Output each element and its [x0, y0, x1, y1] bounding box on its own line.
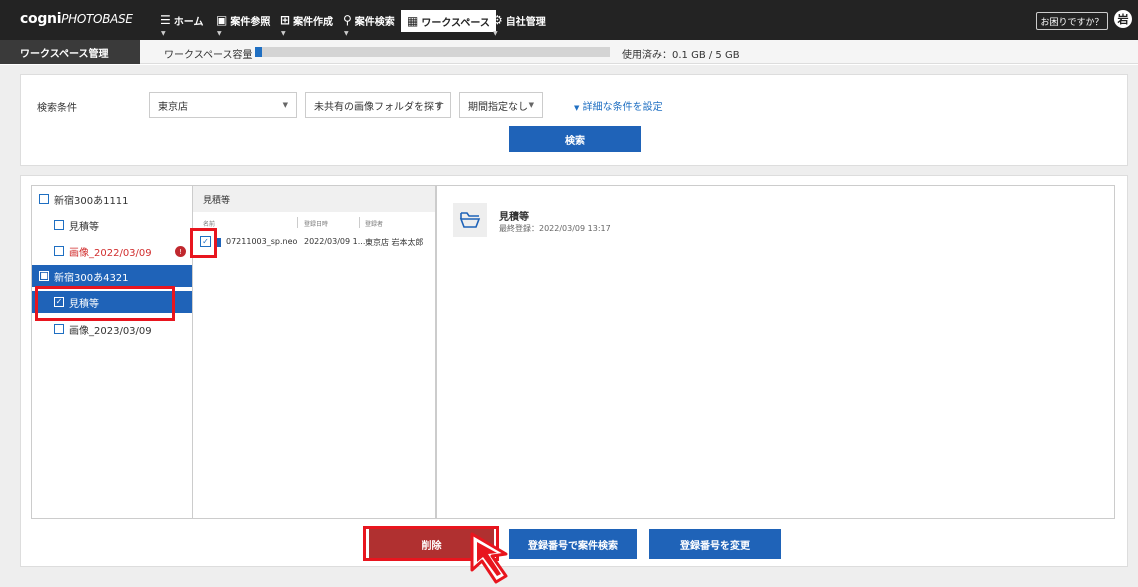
search-button[interactable]: 検索 [509, 126, 641, 152]
file-user: 東京店 岩本太郎 [365, 238, 424, 247]
folder-filter-select[interactable]: 未共有の画像フォルダを探す ▼ [305, 92, 451, 118]
workspace-subbar: ワークスペース管理 ワークスペース容量 使用済み：0.1 GB / 5 GB [0, 40, 1138, 64]
tree-item-estimates-selected[interactable]: ✓ 見積等 [32, 291, 192, 313]
gear-icon: ⚙ [492, 13, 503, 27]
caret-icon: ▼ [493, 30, 498, 37]
tree-item-estimates[interactable]: 見積等 [32, 214, 192, 236]
avatar[interactable]: 岩 [1114, 10, 1132, 28]
caret-icon: ▼ [161, 30, 166, 37]
folder-tree: 新宿300あ1111 見積等 画像_2022/03/09 ! ■ 新宿300あ4… [31, 185, 193, 519]
chevron-down-icon: ▼ [436, 101, 442, 109]
change-number-button[interactable]: 登録番号を変更 [649, 529, 781, 559]
search-conditions-label: 検索条件 [37, 103, 77, 114]
period-select[interactable]: 期間指定なし ▼ [459, 92, 543, 118]
help-button[interactable]: お困りですか？ [1036, 12, 1108, 30]
column-header-date[interactable]: 登録日時 [304, 219, 328, 228]
search-panel: 検索条件 東京店 ▼ 未共有の画像フォルダを探す ▼ 期間指定なし ▼ ▼ 詳細… [20, 74, 1128, 166]
cursor-arrow-icon [470, 532, 508, 584]
file-date: 2022/03/09 1... [304, 237, 366, 246]
advanced-conditions-link[interactable]: ▼ 詳細な条件を設定 [574, 98, 663, 113]
app-logo[interactable]: cogniPHOTOBASE [20, 11, 133, 27]
chevron-down-icon: ▼ [282, 101, 288, 109]
chevron-down-icon: ▼ [528, 101, 534, 109]
warning-icon: ! [175, 246, 186, 257]
table-row[interactable]: ✓ 07211003_sp.neo 2022/03/09 1... 東京店 岩本… [193, 234, 435, 252]
column-divider [359, 217, 360, 228]
page-title: ワークスペース管理 [0, 40, 140, 64]
nav-company-settings[interactable]: ⚙ 自社管理 ▼ [492, 12, 546, 37]
chevron-down-icon: ▼ [574, 104, 580, 112]
column-header-user[interactable]: 登録者 [365, 219, 383, 228]
caret-icon: ▼ [344, 30, 349, 37]
top-nav: cogniPHOTOBASE ☰ ホーム ▼ ▣ 案件参照 ▼ ⊞ 案件作成 ▼… [0, 0, 1138, 40]
list-icon: ☰ [160, 13, 171, 27]
detail-last-registered: 最終登録：2022/03/09 13:17 [499, 224, 611, 233]
row-checkbox[interactable]: ✓ [200, 236, 216, 247]
store-select[interactable]: 東京店 ▼ [149, 92, 297, 118]
nav-workspace[interactable]: ▦ ワークスペース [401, 10, 496, 32]
nav-project-search[interactable]: ⚲ 案件検索 ▼ [343, 12, 395, 37]
tree-item-vehicle-1111[interactable]: 新宿300あ1111 [32, 188, 192, 210]
caret-icon: ▼ [217, 30, 222, 37]
folder-detail: 見積等 最終登録：2022/03/09 13:17 [436, 185, 1115, 519]
file-list-folder-title: 見積等 [193, 186, 435, 212]
file-icon [216, 238, 221, 247]
nav-home[interactable]: ☰ ホーム ▼ [160, 12, 203, 37]
capacity-label: ワークスペース容量 [164, 50, 253, 61]
column-header-name[interactable]: 名前 [203, 219, 215, 228]
checkbox[interactable] [39, 194, 49, 204]
nav-project-create[interactable]: ⊞ 案件作成 ▼ [280, 12, 333, 37]
checkbox-partial[interactable]: ■ [39, 271, 49, 281]
image-icon: ▣ [216, 13, 228, 27]
checkbox[interactable] [54, 220, 64, 230]
search-icon: ⚲ [343, 13, 352, 27]
search-by-number-button[interactable]: 登録番号で案件検索 [509, 529, 637, 559]
tree-item-images-2022[interactable]: 画像_2022/03/09 ! [32, 240, 192, 262]
folder-open-icon [453, 203, 487, 237]
capacity-used-text: 使用済み：0.1 GB / 5 GB [622, 50, 740, 61]
workspace-icon: ▦ [407, 14, 419, 28]
tree-item-vehicle-4321[interactable]: ■ 新宿300あ4321 [32, 265, 192, 287]
add-image-icon: ⊞ [280, 13, 291, 27]
column-divider [297, 217, 298, 228]
capacity-bar [255, 47, 610, 57]
checkbox[interactable] [54, 246, 64, 256]
checkbox[interactable] [54, 324, 64, 334]
checkbox-checked[interactable]: ✓ [54, 297, 64, 307]
caret-icon: ▼ [281, 30, 286, 37]
detail-title: 見積等 [499, 212, 529, 223]
file-list: 見積等 名前 登録日時 登録者 ✓ 07211003_sp.neo 2022/0… [193, 185, 436, 519]
tree-item-images-2023[interactable]: 画像_2023/03/09 [32, 318, 192, 340]
capacity-bar-fill [255, 47, 263, 57]
nav-project-view[interactable]: ▣ 案件参照 ▼ [216, 12, 270, 37]
file-name: 07211003_sp.neo [226, 237, 298, 246]
